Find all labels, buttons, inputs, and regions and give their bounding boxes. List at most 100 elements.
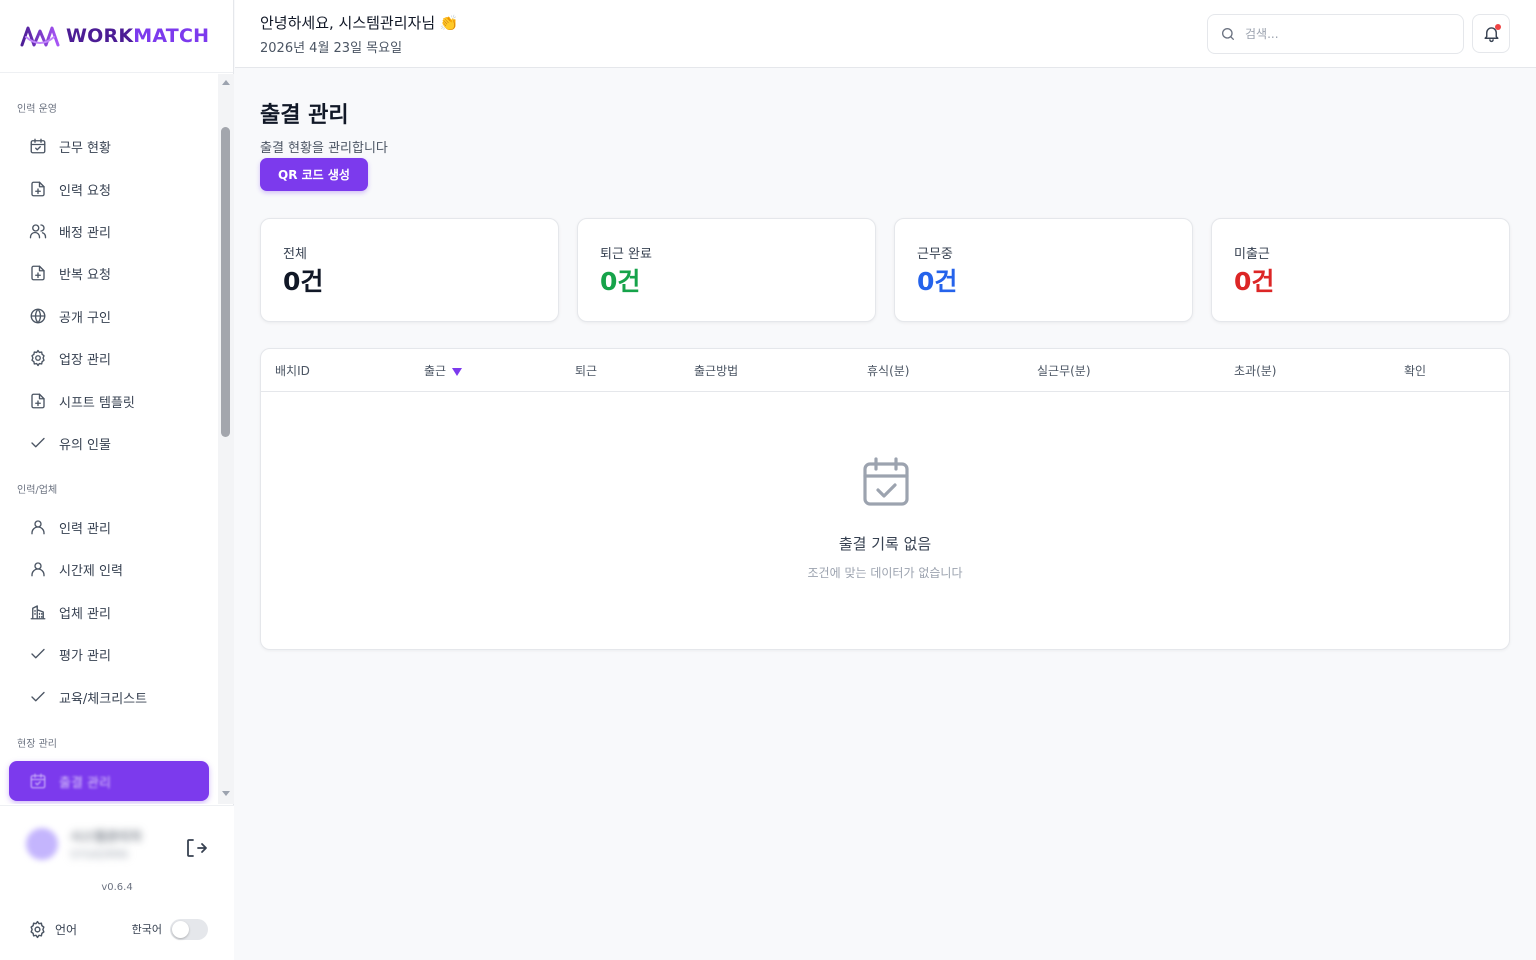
calendar-check-icon xyxy=(863,457,909,506)
stat-value: 0건 xyxy=(283,267,324,296)
sidebar-item-label: 배정 관리 xyxy=(59,225,111,241)
sidebar-item-watchlist[interactable]: 유의 인물 xyxy=(9,423,209,463)
sidebar-item-label: 근무 현황 xyxy=(59,140,111,156)
sidebar-item-public-hiring[interactable]: 공개 구인 xyxy=(9,296,209,336)
section-label-field: 현장 관리 xyxy=(17,739,57,750)
current-date: 2026년 4월 23일 목요일 xyxy=(260,41,403,56)
file-plus-icon xyxy=(31,181,45,197)
sidebar-item-label: 업장 관리 xyxy=(59,352,111,368)
section-label-workforce-ops: 인력 운영 xyxy=(17,104,57,115)
generate-qr-code-button[interactable]: QR 코드 생성 xyxy=(260,158,368,191)
empty-state-subtitle: 조건에 맞는 데이터가 없습니다 xyxy=(807,566,963,580)
app-version: v0.6.4 xyxy=(101,882,133,893)
language-toggle[interactable] xyxy=(170,918,208,940)
sidebar-item-label: 교육/체크리스트 xyxy=(59,691,148,707)
sidebar-item-shift-template[interactable]: 시프트 템플릿 xyxy=(9,381,209,421)
notification-dot xyxy=(1495,24,1501,30)
stat-card-working: 근무중 0건 xyxy=(894,218,1193,322)
column-header-break-minutes[interactable]: 휴식(분) xyxy=(867,362,909,379)
stat-label: 근무중 xyxy=(917,247,953,262)
users-icon xyxy=(29,224,47,239)
building-icon xyxy=(30,605,46,620)
sidebar-item-attendance[interactable]: 출결 관리 xyxy=(9,761,209,801)
sidebar-item-evaluation[interactable]: 평가 관리 xyxy=(9,634,209,674)
scroll-down-arrow-icon[interactable] xyxy=(222,791,230,796)
user-icon xyxy=(31,562,45,577)
table-header: 배치ID 출근 퇴근 출근방법 휴식(분) 실근무(분) 초과(분) 확인 xyxy=(261,349,1509,392)
search-icon xyxy=(1222,28,1234,40)
attendance-table: 배치ID 출근 퇴근 출근방법 휴식(분) 실근무(분) 초과(분) 확인 출결… xyxy=(260,348,1510,650)
stat-card-checked-out: 퇴근 완료 0건 xyxy=(577,218,876,322)
sidebar-nav: 인력 운영 근무 현황 인력 요청 배정 관리 반복 요청 공개 구인 업장 관… xyxy=(0,74,218,804)
sidebar-item-venue[interactable]: 업장 관리 xyxy=(9,338,209,378)
search-box[interactable] xyxy=(1207,14,1464,54)
top-header: 안녕하세요, 시스템관리자님 👏 2026년 4월 23일 목요일 xyxy=(235,0,1536,68)
stat-label: 전체 xyxy=(283,247,307,262)
sidebar-item-work-status[interactable]: 근무 현황 xyxy=(9,126,209,166)
sidebar: WORKMATCH 인력 운영 근무 현황 인력 요청 배정 관리 반복 요청 … xyxy=(0,0,234,960)
sidebar-item-label: 출결 관리 xyxy=(59,775,111,791)
sidebar-item-label: 시프트 템플릿 xyxy=(59,395,135,411)
logout-icon[interactable] xyxy=(184,836,208,860)
brand-logo[interactable]: WORKMATCH xyxy=(0,0,233,73)
sidebar-item-label: 인력 관리 xyxy=(59,521,111,537)
check-icon xyxy=(31,648,45,659)
sidebar-scrollbar[interactable] xyxy=(218,74,234,804)
gear-icon xyxy=(31,349,45,367)
stat-value: 0건 xyxy=(600,267,641,296)
sidebar-item-training-checklist[interactable]: 교육/체크리스트 xyxy=(9,677,209,717)
sidebar-item-staff-request[interactable]: 인력 요청 xyxy=(9,169,209,209)
stat-card-total: 전체 0건 xyxy=(260,218,559,322)
calendar-check-icon xyxy=(30,138,46,154)
check-icon xyxy=(31,691,45,702)
scrollbar-thumb[interactable] xyxy=(221,127,230,437)
stat-card-absent: 미출근 0건 xyxy=(1211,218,1510,322)
search-input[interactable] xyxy=(1245,27,1445,41)
language-label: 언어 xyxy=(55,922,78,937)
user-role: SYSADMIN xyxy=(70,848,128,861)
workmatch-logo-icon xyxy=(20,26,60,47)
column-header-check-in[interactable]: 출근 xyxy=(424,362,463,379)
sidebar-item-part-time[interactable]: 시간제 인력 xyxy=(9,549,209,589)
stat-label: 퇴근 완료 xyxy=(600,247,652,262)
greeting-text: 안녕하세요, 시스템관리자님 👏 xyxy=(260,14,459,32)
column-header-check-in-method[interactable]: 출근방법 xyxy=(694,362,738,379)
sidebar-item-label: 시간제 인력 xyxy=(59,563,123,579)
brand-name: WORKMATCH xyxy=(66,25,210,47)
language-value: 한국어 xyxy=(131,923,162,936)
stat-value: 0건 xyxy=(917,267,958,296)
globe-icon xyxy=(30,308,46,324)
sidebar-item-companies[interactable]: 업체 관리 xyxy=(9,592,209,632)
sidebar-item-staff[interactable]: 인력 관리 xyxy=(9,507,209,547)
notification-button[interactable] xyxy=(1472,14,1510,53)
sidebar-item-recurring-request[interactable]: 반복 요청 xyxy=(9,253,209,293)
user-panel: 시스템관리자 SYSADMIN v0.6.4 언어 한국어 xyxy=(0,805,234,960)
column-header-batch-id[interactable]: 배치ID xyxy=(275,362,310,379)
stat-label: 미출근 xyxy=(1234,247,1270,262)
file-plus-icon xyxy=(31,393,45,409)
user-name: 시스템관리자 xyxy=(70,830,142,845)
sidebar-item-label: 업체 관리 xyxy=(59,606,111,622)
avatar[interactable] xyxy=(26,828,58,860)
user-icon xyxy=(31,520,45,535)
empty-state-title: 출결 기록 없음 xyxy=(838,535,932,553)
scroll-up-arrow-icon[interactable] xyxy=(222,80,230,85)
file-plus-icon xyxy=(31,265,45,281)
sidebar-item-label: 인력 요청 xyxy=(59,183,111,199)
column-header-confirm[interactable]: 확인 xyxy=(1404,362,1426,379)
sidebar-item-label: 유의 인물 xyxy=(59,437,111,453)
sort-desc-icon xyxy=(452,368,463,376)
gear-icon xyxy=(30,920,45,938)
calendar-icon xyxy=(30,773,46,789)
sidebar-item-label: 반복 요청 xyxy=(59,267,111,283)
sidebar-item-label: 공개 구인 xyxy=(59,310,111,326)
language-setting: 언어 한국어 xyxy=(28,916,208,942)
column-header-overtime-minutes[interactable]: 초과(분) xyxy=(1234,362,1276,379)
stat-value: 0건 xyxy=(1234,267,1275,296)
column-header-check-out[interactable]: 퇴근 xyxy=(575,362,597,379)
page-title: 출결 관리 xyxy=(260,103,349,128)
sidebar-item-label: 평가 관리 xyxy=(59,648,111,664)
column-header-actual-work-minutes[interactable]: 실근무(분) xyxy=(1037,362,1091,379)
page-subtitle: 출결 현황을 관리합니다 xyxy=(260,141,388,156)
sidebar-item-assignment[interactable]: 배정 관리 xyxy=(9,211,209,251)
